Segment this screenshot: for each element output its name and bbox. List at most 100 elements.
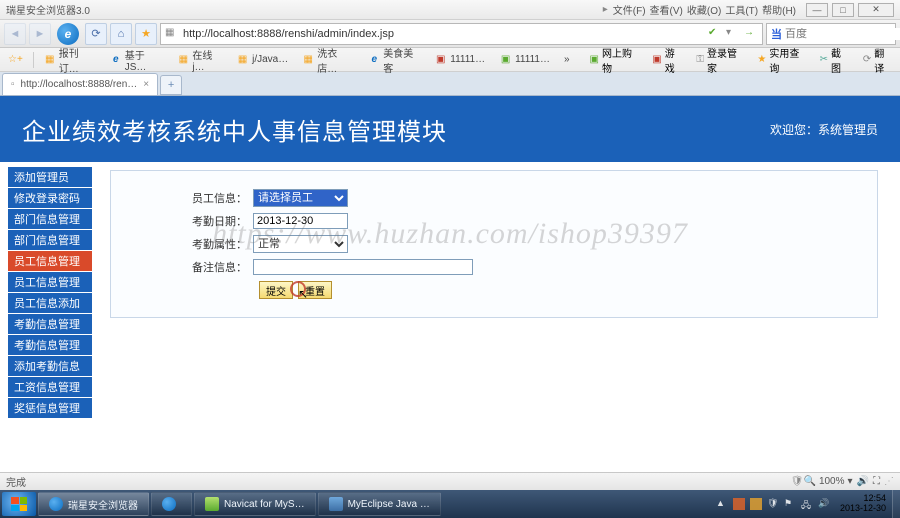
page-title: 企业绩效考核系统中人事信息管理模块: [22, 112, 447, 147]
sidebar-item-6[interactable]: 员工信息添加: [8, 293, 92, 313]
sidebar-item-3[interactable]: 部门信息管理: [8, 230, 92, 250]
app-title: 瑞星安全浏览器3.0: [6, 2, 90, 17]
reset-button[interactable]: 重置: [298, 281, 332, 299]
menu-tools[interactable]: 工具(T): [725, 2, 758, 17]
label-attr: 考勤属性：: [123, 236, 253, 252]
tray-app1-icon[interactable]: [733, 498, 745, 510]
page-banner: 企业绩效考核系统中人事信息管理模块 欢迎您：系统管理员: [0, 96, 900, 162]
minimize-button[interactable]: —: [806, 3, 828, 17]
ie-icon: [49, 497, 63, 511]
ie-icon: [162, 497, 176, 511]
sidebar-item-2[interactable]: 部门信息管理: [8, 209, 92, 229]
browser-logo-icon: e: [57, 23, 79, 45]
bookmark-bar: ☆+ ▦报刊订… e基于JS… ▦在线j… ▦j/Java… ▦洗衣店… e美食…: [0, 48, 900, 72]
submit-button[interactable]: 提交: [259, 281, 293, 299]
sidebar-item-1[interactable]: 修改登录密码: [8, 188, 92, 208]
task-navicat[interactable]: Navicat for MyS…: [194, 492, 316, 516]
sidebar-item-11[interactable]: 奖惩信息管理: [8, 398, 92, 418]
zoom-icon[interactable]: 🔍: [803, 476, 815, 487]
employee-select[interactable]: 请选择员工: [253, 189, 348, 207]
add-bookmark-icon[interactable]: ☆+: [4, 52, 27, 67]
page-content: 企业绩效考核系统中人事信息管理模块 欢迎您：系统管理员 https://www.…: [0, 96, 900, 472]
tray-up-icon[interactable]: ▲: [716, 498, 728, 510]
menu-view[interactable]: 查看(V): [650, 2, 683, 17]
status-text: 完成: [6, 474, 26, 489]
label-note: 备注信息：: [123, 259, 253, 275]
back-button[interactable]: ◄: [4, 23, 26, 45]
tray-net-icon[interactable]: 🖧: [801, 498, 813, 510]
tray-shield-icon[interactable]: 🛡: [767, 498, 779, 510]
sidebar-item-7[interactable]: 考勤信息管理: [8, 314, 92, 334]
tab-close-icon[interactable]: ×: [143, 79, 149, 90]
taskbar-clock[interactable]: 12:54 2013-12-30: [836, 494, 890, 514]
welcome-text: 欢迎您：系统管理员: [770, 121, 878, 138]
new-tab-button[interactable]: +: [160, 75, 182, 95]
tray-vol-icon[interactable]: 🔊: [818, 498, 830, 510]
task-browser[interactable]: 瑞星安全浏览器: [38, 492, 149, 516]
windows-logo-icon: [11, 497, 27, 511]
go-icon[interactable]: →: [744, 27, 758, 41]
sidebar-item-0[interactable]: 添加管理员: [8, 167, 92, 187]
bookmark-2[interactable]: ▦在线j…: [173, 45, 226, 75]
show-desktop-button[interactable]: [892, 490, 900, 518]
tab-active[interactable]: ▫ http://localhost:8888/ren… ×: [2, 73, 158, 95]
bookmark-4[interactable]: ▦洗衣店…: [298, 43, 358, 77]
menu-file[interactable]: 文件(F): [613, 2, 646, 17]
task-myeclipse[interactable]: MyEclipse Java …: [318, 492, 441, 516]
label-employee: 员工信息：: [123, 190, 253, 206]
sidebar-item-5[interactable]: 员工信息管理: [8, 272, 92, 292]
tab-label: http://localhost:8888/ren…: [21, 79, 138, 90]
sidebar-item-8[interactable]: 考勤信息管理: [8, 335, 92, 355]
tool-screenshot[interactable]: ✂截图: [816, 43, 853, 77]
bookmark-3[interactable]: ▦j/Java…: [232, 51, 292, 68]
menu-arrow-icon: ▸: [603, 4, 608, 15]
menu-help[interactable]: 帮助(H): [762, 2, 796, 17]
sidebar-item-10[interactable]: 工资信息管理: [8, 377, 92, 397]
tool-games[interactable]: ▣游戏: [648, 43, 686, 77]
expand-icon[interactable]: ⛶: [873, 476, 880, 487]
bookmark-7[interactable]: ▣11111…: [495, 51, 554, 68]
sidebar-item-4[interactable]: 员工信息管理: [8, 251, 92, 271]
tool-translate[interactable]: ⟳翻译: [859, 43, 896, 77]
taskbar: 瑞星安全浏览器 Navicat for MyS… MyEclipse Java …: [0, 490, 900, 518]
url-field[interactable]: ▦ ✔ ▾ →: [160, 23, 763, 45]
tab-favicon-icon: ▫: [11, 79, 15, 90]
tool-query[interactable]: ★实用查询: [753, 43, 809, 77]
myeclipse-icon: [329, 497, 343, 511]
tray-flag-icon[interactable]: ⚑: [784, 498, 796, 510]
tray-app2-icon[interactable]: [750, 498, 762, 510]
form-card: 员工信息： 请选择员工 考勤日期： 考勤属性： 正常 备注信息： 提交: [110, 170, 878, 318]
refresh-button[interactable]: ⟳: [85, 23, 107, 45]
zoom-level: 100%: [819, 476, 845, 487]
search-input[interactable]: [785, 28, 900, 40]
menu-fav[interactable]: 收藏(O): [687, 2, 721, 17]
attr-select[interactable]: 正常: [253, 235, 348, 253]
search-field[interactable]: 当 🔍: [766, 23, 896, 45]
start-button[interactable]: [2, 492, 36, 516]
system-tray[interactable]: ▲ 🛡 ⚑ 🖧 🔊: [712, 498, 834, 510]
forward-button[interactable]: ►: [29, 23, 51, 45]
bookmark-more-icon[interactable]: »: [560, 52, 574, 67]
url-input[interactable]: [183, 28, 704, 40]
sidebar-item-9[interactable]: 添加考勤信息: [8, 356, 92, 376]
close-button[interactable]: ✕: [858, 3, 894, 17]
bookmark-6[interactable]: ▣11111…: [430, 51, 489, 68]
maximize-button[interactable]: □: [832, 3, 854, 17]
window-titlebar: 瑞星安全浏览器3.0 ▸ 文件(F) 查看(V) 收藏(O) 工具(T) 帮助(…: [0, 0, 900, 20]
bookmark-1[interactable]: e基于JS…: [106, 45, 168, 75]
dropdown-icon[interactable]: ▾: [726, 27, 740, 41]
tool-shopping[interactable]: ▣网上购物: [586, 43, 643, 77]
task-ie[interactable]: [151, 492, 192, 516]
bookmark-5[interactable]: e美食美客: [364, 43, 424, 77]
grip-icon: ⋰: [884, 476, 894, 487]
star-button[interactable]: ★: [135, 23, 157, 45]
label-date: 考勤日期：: [123, 213, 253, 229]
date-input[interactable]: [253, 213, 348, 229]
shield-icon: 🛡: [791, 476, 804, 487]
bookmark-0[interactable]: ▦报刊订…: [40, 43, 100, 77]
speaker-icon[interactable]: 🔊: [857, 476, 869, 487]
tool-login[interactable]: ⚿登录管家: [692, 43, 747, 77]
note-input[interactable]: [253, 259, 473, 275]
zoom-dropdown-icon[interactable]: ▾: [848, 476, 853, 487]
home-button[interactable]: ⌂: [110, 23, 132, 45]
